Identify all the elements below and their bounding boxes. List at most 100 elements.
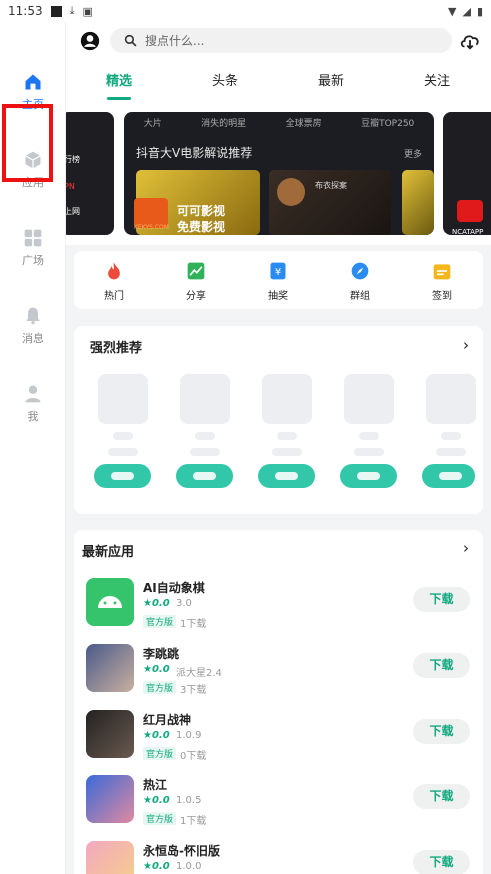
download-button[interactable]: 下载 bbox=[413, 653, 470, 678]
sidebar-item-label: 我 bbox=[27, 410, 39, 423]
app-name: 热江 bbox=[143, 778, 168, 792]
quick-link-hot[interactable]: 热门 bbox=[84, 261, 144, 302]
app-version: 1.0.5 bbox=[176, 795, 202, 806]
highlight-annotation-box bbox=[2, 104, 53, 182]
flame-icon bbox=[108, 262, 120, 280]
banner-next-slide[interactable]: NCATAPP bbox=[443, 112, 491, 236]
side-label: 行榜 bbox=[66, 155, 80, 164]
app-downloads: 0下载 bbox=[180, 751, 207, 762]
top-bar: 搜点什么... bbox=[66, 22, 491, 62]
sidebar-item-messages[interactable]: 消息 bbox=[0, 296, 66, 356]
tab-active-indicator bbox=[107, 97, 131, 100]
app-name: 永恒岛-怀旧版 bbox=[143, 844, 220, 858]
search-placeholder: 搜点什么... bbox=[145, 34, 205, 48]
quick-link-label: 热门 bbox=[104, 291, 124, 302]
banner-carousel[interactable]: 行榜 PN 上网 大片 消失的明星 全球票房 豆瓣TOP250 抖音大V电影解说… bbox=[66, 102, 491, 245]
notification-square-icon bbox=[50, 5, 62, 17]
section-title: 强烈推荐 bbox=[90, 341, 143, 356]
banner-more-link[interactable]: 更多 bbox=[404, 147, 422, 160]
android-icon bbox=[98, 596, 122, 608]
quick-link-label: 抽奖 bbox=[268, 291, 288, 302]
compass-icon bbox=[351, 262, 369, 280]
app-version: 1.0.0 bbox=[176, 861, 202, 872]
loading-placeholder-item bbox=[340, 374, 397, 488]
loading-placeholder-item bbox=[258, 374, 315, 488]
banner-links: 大片 消失的明星 全球票房 豆瓣TOP250 bbox=[124, 116, 434, 129]
quick-link-share[interactable]: 分享 bbox=[166, 261, 226, 302]
tab-featured[interactable]: 精选 bbox=[89, 70, 149, 89]
app-name: 李跳跳 bbox=[143, 647, 180, 661]
app-version: 派大星2.4 bbox=[176, 668, 222, 679]
banner-link[interactable]: 消失的明星 bbox=[201, 116, 246, 129]
signal-icon: ◢ bbox=[462, 4, 471, 18]
quick-link-checkin[interactable]: 签到 bbox=[412, 261, 472, 302]
svg-text:¥: ¥ bbox=[275, 267, 281, 278]
download-button[interactable]: 下载 bbox=[413, 719, 470, 744]
loading-placeholder-item bbox=[176, 374, 233, 488]
list-item[interactable]: 永恒岛-怀旧版 ★0.0 1.0.0 下载 bbox=[74, 841, 483, 874]
tab-latest[interactable]: 最新 bbox=[301, 70, 361, 89]
banner-link[interactable]: 全球票房 bbox=[286, 116, 322, 129]
app-icon bbox=[86, 644, 134, 692]
app-tag-badge: 官方版 bbox=[143, 615, 177, 628]
download-button[interactable]: 下载 bbox=[413, 587, 470, 612]
banner-title: 抖音大V电影解说推荐 bbox=[136, 146, 253, 160]
battery-icon: ▮ bbox=[476, 4, 483, 18]
app-rating: ★0.0 bbox=[143, 795, 170, 806]
app-version: 3.0 bbox=[176, 598, 192, 609]
banner-link[interactable]: 大片 bbox=[144, 116, 162, 129]
poster-image bbox=[402, 170, 434, 235]
app-icon bbox=[86, 841, 134, 874]
app-downloads: 3下载 bbox=[180, 685, 207, 696]
app-downloads: 1下载 bbox=[180, 816, 207, 827]
quick-link-label: 签到 bbox=[432, 291, 452, 302]
app-rating: ★0.0 bbox=[143, 598, 170, 609]
app-name: AI自动象棋 bbox=[143, 581, 205, 595]
quick-link-lottery[interactable]: ¥ 抽奖 bbox=[248, 261, 308, 302]
app-rating: ★0.0 bbox=[143, 664, 170, 675]
quick-link-groups[interactable]: 群组 bbox=[330, 261, 390, 302]
recommended-section: 强烈推荐 › bbox=[74, 326, 483, 514]
app-icon bbox=[86, 710, 134, 758]
calendar-icon bbox=[433, 264, 451, 280]
app-version: 1.0.9 bbox=[176, 730, 202, 741]
sidebar-item-square[interactable]: 广场 bbox=[0, 218, 66, 278]
download-icon: ⤓ bbox=[69, 4, 75, 17]
tab-headlines[interactable]: 头条 bbox=[195, 70, 255, 89]
download-button[interactable]: 下载 bbox=[413, 784, 470, 809]
list-item[interactable]: 李跳跳 ★0.0 派大星2.4 官方版 3下载 下载 bbox=[74, 644, 483, 710]
list-item[interactable]: AI自动象棋 ★0.0 3.0 官方版 1下载 下载 bbox=[74, 578, 483, 644]
image-notification-icon: ▣ bbox=[82, 4, 93, 18]
chevron-right-icon[interactable]: › bbox=[463, 539, 469, 557]
poster-image: 布衣探案 bbox=[269, 170, 391, 235]
banner-current-slide[interactable]: 大片 消失的明星 全球票房 豆瓣TOP250 抖音大V电影解说推荐 更多 布衣探… bbox=[124, 112, 434, 235]
app-rating: ★0.0 bbox=[143, 730, 170, 741]
loading-placeholder-item bbox=[94, 374, 151, 488]
poster-avatar bbox=[277, 178, 305, 206]
side-label: 上网 bbox=[66, 207, 80, 216]
status-bar: 11:53 ⤓ ▣ ▼ ◢ ▮ bbox=[0, 0, 491, 22]
download-button[interactable]: 下载 bbox=[413, 850, 470, 874]
search-input[interactable]: 搜点什么... bbox=[110, 28, 452, 53]
list-item[interactable]: 红月战神 ★0.0 1.0.9 官方版 0下载 下载 bbox=[74, 710, 483, 776]
tab-following[interactable]: 关注 bbox=[407, 70, 467, 89]
app-logo-icon bbox=[457, 200, 483, 222]
app-tag-badge: 官方版 bbox=[143, 681, 177, 694]
side-label: NCATAPP bbox=[452, 228, 484, 236]
quick-link-label: 群组 bbox=[350, 291, 370, 302]
search-icon bbox=[124, 34, 137, 47]
app-tag-badge: 官方版 bbox=[143, 812, 177, 825]
banner-prev-slide[interactable]: 行榜 PN 上网 bbox=[66, 112, 114, 235]
home-icon bbox=[25, 74, 41, 90]
person-icon bbox=[25, 385, 41, 403]
section-title: 最新应用 bbox=[82, 545, 135, 560]
app-name: 红月战神 bbox=[143, 713, 192, 727]
banner-link[interactable]: 豆瓣TOP250 bbox=[361, 116, 414, 129]
poster-brand: KEKYS.COM bbox=[134, 224, 169, 231]
cloud-download-icon[interactable] bbox=[459, 30, 481, 52]
sidebar-item-me[interactable]: 我 bbox=[0, 374, 66, 434]
bell-icon bbox=[26, 307, 40, 325]
user-avatar-icon[interactable] bbox=[80, 31, 100, 51]
chevron-right-icon[interactable]: › bbox=[463, 336, 469, 354]
list-item[interactable]: 热江 ★0.0 1.0.5 官方版 1下载 下载 bbox=[74, 775, 483, 841]
